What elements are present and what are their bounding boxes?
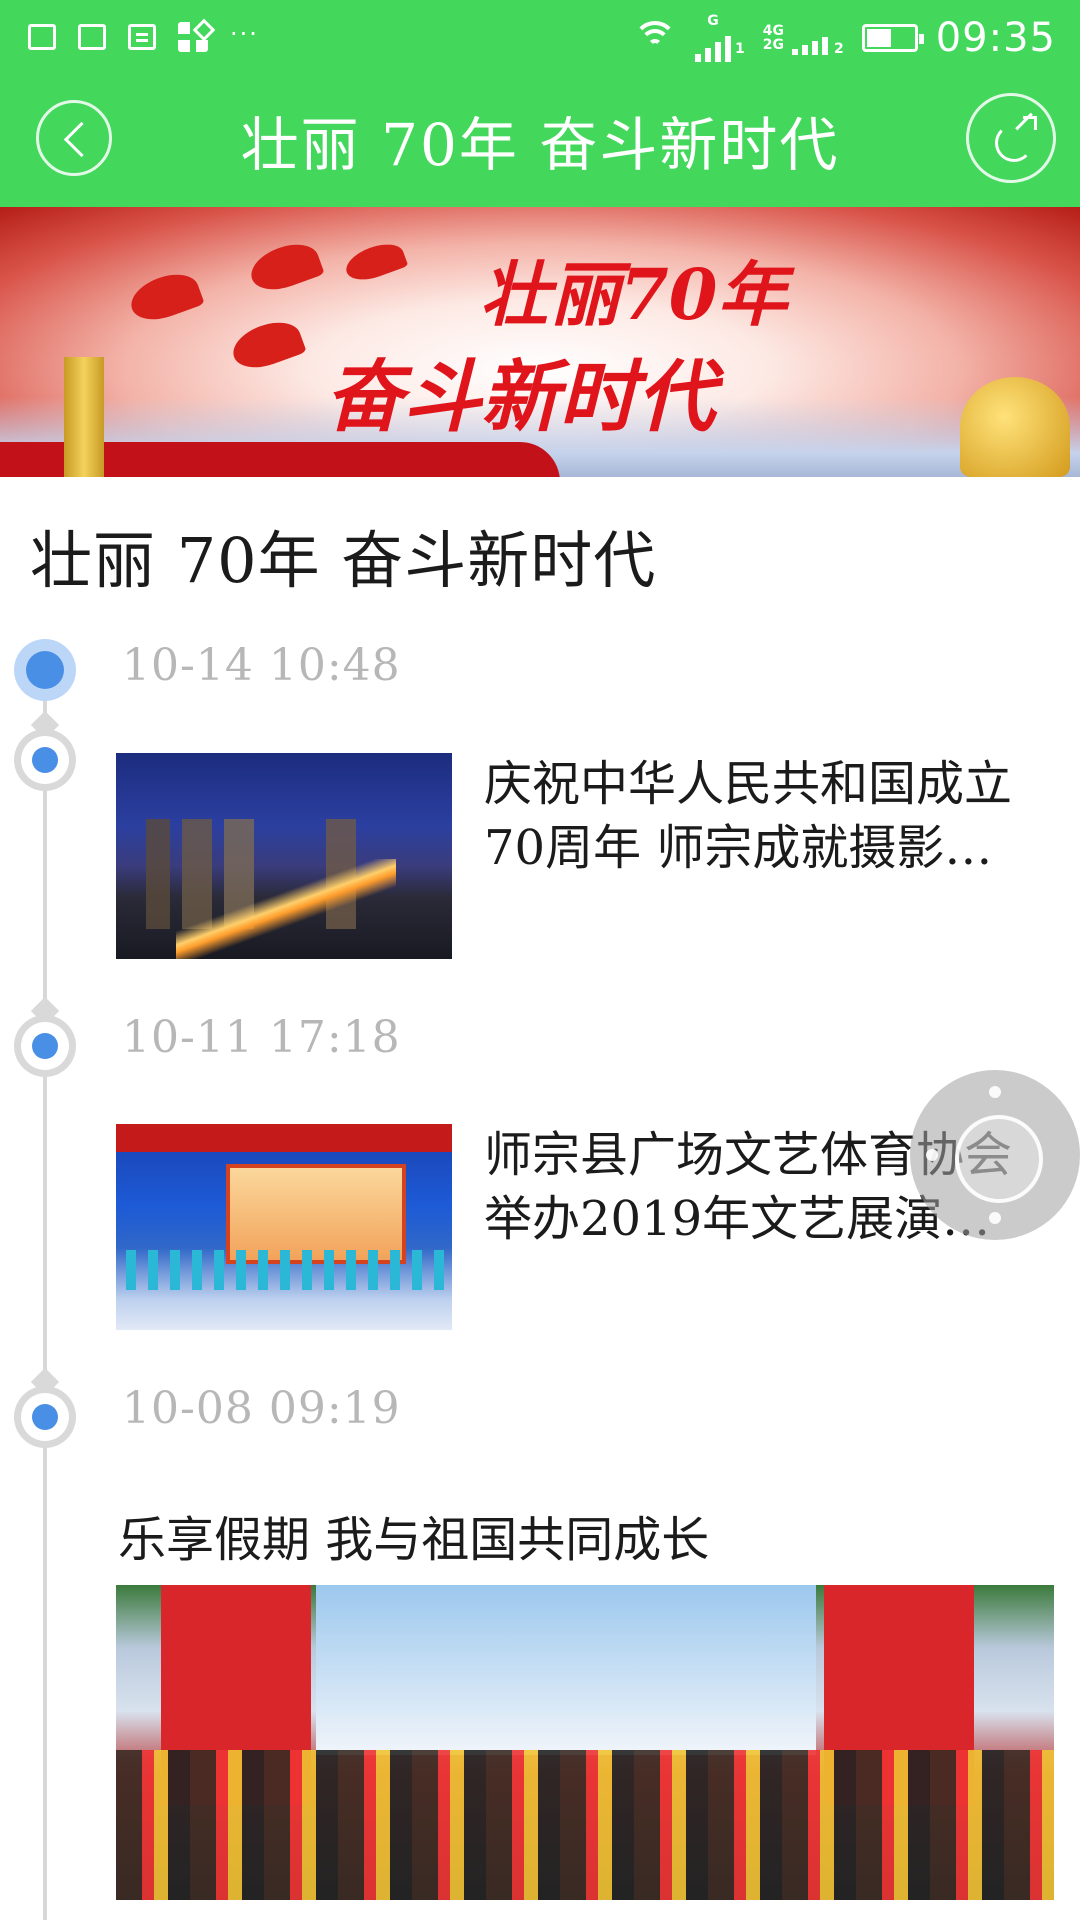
banner-line-2: 奋斗新时代 xyxy=(325,352,716,443)
stone-lion-image xyxy=(960,377,1070,477)
share-button[interactable] xyxy=(966,93,1056,183)
share-icon xyxy=(1023,116,1037,130)
huabiao-pillar-image xyxy=(64,357,104,477)
network-type-label: G xyxy=(707,13,719,29)
timeline-dot xyxy=(14,729,76,791)
dove-icon xyxy=(227,314,307,376)
header-title: 壮丽 70年 奋斗新时代 xyxy=(240,111,840,179)
timeline-start-dot xyxy=(14,639,76,701)
wifi-icon xyxy=(632,21,677,55)
app-header: ··· G 1 4G 2G 2 09:35 壮丽 70年 奋斗新时代 xyxy=(0,0,1080,207)
message-icon xyxy=(128,24,156,50)
article-title[interactable]: 庆祝中华人民共和国成立70周年 师宗成就摄影… xyxy=(484,752,1056,880)
page-title: 壮丽 70年 奋斗新时代 xyxy=(30,524,657,597)
timestamp: 10-08 09:19 xyxy=(122,1383,401,1434)
apps-icon xyxy=(178,22,208,52)
article-image[interactable] xyxy=(116,1585,1054,1900)
system-icons: G 1 4G 2G 2 09:35 xyxy=(632,13,1056,62)
network-type-4g: 4G xyxy=(762,23,784,39)
topic-banner: 壮丽70年 奋斗新时代 xyxy=(0,207,1080,477)
timestamp: 10-11 17:18 xyxy=(122,1012,401,1063)
banner-line-1: 壮丽70年 xyxy=(480,253,788,336)
timeline-dot xyxy=(14,1015,76,1077)
timeline-line xyxy=(43,668,47,1920)
more-notifications-icon: ··· xyxy=(230,20,259,48)
status-bar: ··· G 1 4G 2G 2 09:35 xyxy=(0,0,1080,72)
article-thumbnail[interactable] xyxy=(116,753,452,959)
dove-icon xyxy=(125,266,205,328)
signal-1: G xyxy=(694,13,731,62)
dove-icon xyxy=(245,236,325,298)
floating-assistive-button[interactable] xyxy=(910,1070,1080,1240)
image-icon xyxy=(28,24,56,50)
mail-icon xyxy=(78,24,106,50)
notification-icons: ··· xyxy=(28,20,259,52)
timeline-dot xyxy=(14,1386,76,1448)
article-title[interactable]: 乐享假期 我与祖国共同成长 xyxy=(118,1500,709,1570)
battery-icon xyxy=(861,24,924,52)
network-type-2g: 2G xyxy=(762,37,784,53)
clock: 09:35 xyxy=(935,15,1056,61)
signal-2: 4G 2G xyxy=(763,24,784,52)
article-thumbnail[interactable] xyxy=(116,1124,452,1330)
sim1-label: 1 xyxy=(734,41,745,57)
sim2-label: 2 xyxy=(833,41,844,57)
timestamp: 10-14 10:48 xyxy=(122,640,401,691)
signal-bars-2-icon xyxy=(791,21,828,55)
signal-bars-icon xyxy=(694,28,731,62)
dove-icon xyxy=(341,237,409,287)
